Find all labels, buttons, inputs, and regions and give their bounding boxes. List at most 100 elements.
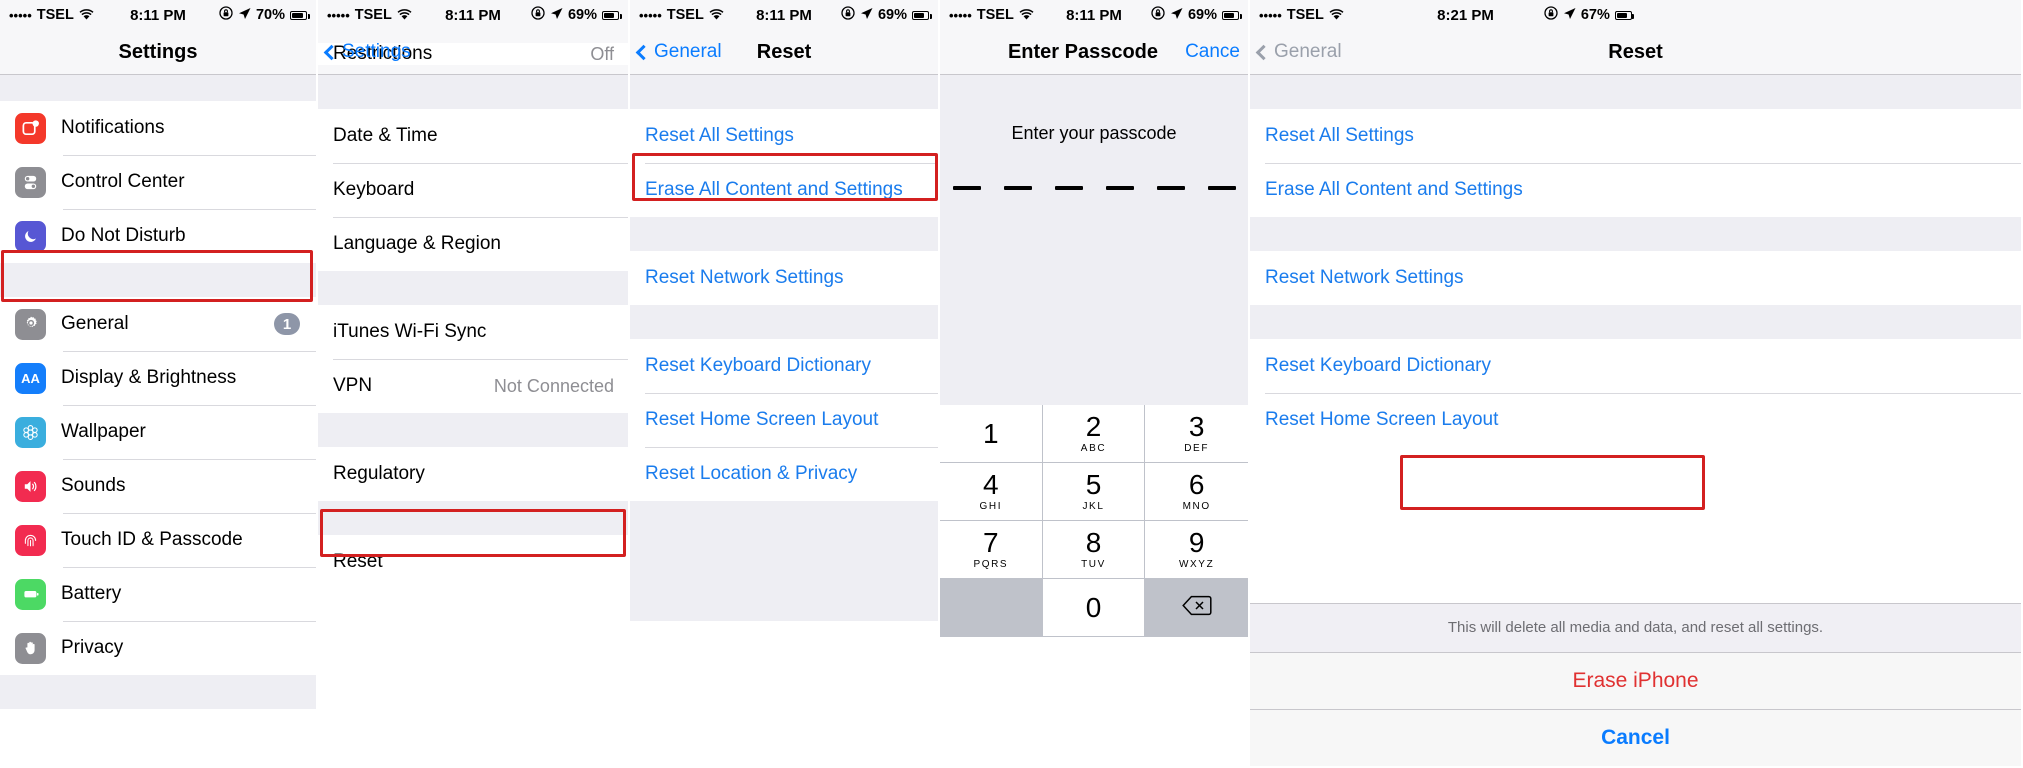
keypad-key-1[interactable]: 1 [940, 405, 1043, 463]
back-button[interactable]: General [1255, 41, 1342, 63]
keypad-key-5[interactable]: 5 JKL [1042, 463, 1146, 521]
sounds-icon [15, 470, 46, 502]
reset-row-keyboard-dictionary[interactable]: Reset Keyboard Dictionary [630, 339, 938, 393]
status-right: 69% [1151, 6, 1242, 24]
key-letters: TUV [1081, 559, 1106, 570]
settings-row-privacy[interactable]: Privacy [0, 621, 316, 675]
status-bar: ••••• TSEL 8:21 PM 67% [1250, 0, 2021, 30]
panel-reset-confirm: ••••• TSEL 8:21 PM 67% General Reset Res… [1250, 0, 2023, 768]
general-row-date-time[interactable]: Date & Time [318, 109, 628, 163]
settings-row-notifications[interactable]: Notifications [0, 101, 316, 155]
keypad-key-0[interactable]: 0 [1042, 579, 1146, 637]
reset-row-location-privacy[interactable]: Reset Location & Privacy [630, 447, 938, 501]
keypad-key-7[interactable]: 7 PQRS [940, 521, 1043, 579]
general-gear-icon [15, 308, 46, 340]
row-label: Reset Home Screen Layout [1265, 409, 1499, 430]
keypad-key-8[interactable]: 8 TUV [1042, 521, 1146, 579]
reset-row-network-settings[interactable]: Reset Network Settings [630, 251, 938, 305]
row-label: Reset All Settings [645, 125, 794, 146]
notifications-icon [15, 112, 46, 144]
list-gap [630, 217, 938, 251]
settings-row-sounds[interactable]: Sounds [0, 459, 316, 513]
signal-dots-icon: ••••• [1259, 7, 1282, 23]
back-button[interactable]: Settings [323, 41, 411, 63]
reset-row-all-settings[interactable]: Reset All Settings [630, 109, 938, 163]
back-button[interactable]: General [635, 41, 722, 63]
battery-percent-label: 67% [1580, 7, 1610, 23]
location-arrow-icon [1170, 7, 1183, 24]
reset-row-erase-all-content[interactable]: Erase All Content and Settings [1250, 163, 2021, 217]
passcode-dash [1105, 186, 1134, 190]
back-label: General [1274, 41, 1342, 62]
reset-row-all-settings[interactable]: Reset All Settings [1250, 109, 2021, 163]
cancel-button[interactable]: Cance [1185, 41, 1240, 63]
back-label: General [654, 41, 722, 62]
keypad-key-6[interactable]: 6 MNO [1145, 463, 1248, 521]
list-gap [0, 263, 316, 297]
rotation-lock-icon [841, 6, 855, 24]
status-left: ••••• TSEL [9, 7, 94, 24]
row-label: Touch ID & Passcode [61, 529, 243, 550]
row-label: Reset Home Screen Layout [645, 409, 879, 430]
chevron-left-icon [1255, 44, 1272, 60]
carrier-label: TSEL [976, 7, 1014, 23]
reset-row-home-screen-layout[interactable]: Reset Home Screen Layout [1250, 393, 2021, 447]
display-brightness-icon: AA [15, 362, 46, 394]
key-number: 4 [983, 469, 999, 500]
passcode-dash [1054, 186, 1083, 190]
settings-row-display-brightness[interactable]: AA Display & Brightness [0, 351, 316, 405]
list-gap [0, 75, 316, 101]
panel-reset: ••••• TSEL 8:11 PM 69% General Reset Res… [630, 0, 940, 768]
general-row-itunes-wifi-sync[interactable]: iTunes Wi-Fi Sync [318, 305, 628, 359]
settings-row-do-not-disturb[interactable]: Do Not Disturb [0, 209, 316, 263]
wallpaper-icon [15, 416, 46, 448]
key-number: 9 [1188, 527, 1205, 558]
battery-percent-label: 69% [1187, 7, 1217, 23]
passcode-dash [1207, 186, 1236, 190]
keypad-key-delete[interactable] [1145, 579, 1248, 637]
status-right: 70% [219, 6, 310, 24]
reset-row-keyboard-dictionary[interactable]: Reset Keyboard Dictionary [1250, 339, 2021, 393]
rotation-lock-icon [531, 6, 545, 24]
panel-enter-passcode: ••••• TSEL 8:11 PM 69% Enter Passcode Ca… [940, 0, 1250, 768]
status-right: 67% [1544, 6, 1635, 24]
row-value: Not Connected [493, 375, 614, 396]
cancel-button[interactable]: Cancel [1250, 709, 2021, 766]
back-label: Settings [342, 41, 411, 62]
location-arrow-icon [1563, 7, 1576, 24]
settings-row-battery[interactable]: Battery [0, 567, 316, 621]
status-bar: ••••• TSEL 8:11 PM 69% [318, 0, 628, 30]
reset-row-erase-all-content[interactable]: Erase All Content and Settings [630, 163, 938, 217]
keypad-key-2[interactable]: 2 ABC [1042, 405, 1146, 463]
key-number: 2 [1085, 411, 1102, 442]
list-gap [1250, 305, 2021, 339]
reset-row-network-settings[interactable]: Reset Network Settings [1250, 251, 2021, 305]
general-row-keyboard[interactable]: Keyboard [318, 163, 628, 217]
list-gap [0, 675, 316, 709]
row-label: Do Not Disturb [61, 225, 186, 246]
erase-iphone-button[interactable]: Erase iPhone [1250, 653, 2021, 709]
key-number: 8 [1085, 527, 1102, 558]
keypad-key-3[interactable]: 3 DEF [1145, 405, 1248, 463]
carrier-label: TSEL [354, 7, 392, 23]
settings-row-touch-id[interactable]: Touch ID & Passcode [0, 513, 316, 567]
keypad-key-9[interactable]: 9 WXYZ [1145, 521, 1248, 579]
passcode-dash [1003, 186, 1032, 190]
row-label: Reset Network Settings [1265, 267, 1464, 288]
panel-settings: ••••• TSEL 8:11 PM 70% Settings Notifica… [0, 0, 318, 768]
key-number: 0 [1085, 591, 1102, 623]
general-row-reset[interactable]: Reset [318, 535, 628, 589]
general-row-vpn[interactable]: VPN Not Connected [318, 359, 628, 413]
general-row-language-region[interactable]: Language & Region [318, 217, 628, 271]
settings-row-general[interactable]: General 1 [0, 297, 316, 351]
row-label: Date & Time [333, 125, 438, 146]
settings-row-wallpaper[interactable]: Wallpaper [0, 405, 316, 459]
settings-row-control-center[interactable]: Control Center [0, 155, 316, 209]
keypad-key-4[interactable]: 4 GHI [940, 463, 1043, 521]
row-label: General [61, 313, 129, 334]
general-row-regulatory[interactable]: Regulatory [318, 447, 628, 501]
privacy-hand-icon [15, 632, 46, 664]
reset-row-home-screen-layout[interactable]: Reset Home Screen Layout [630, 393, 938, 447]
passcode-dash [952, 186, 981, 190]
row-label: Sounds [61, 475, 126, 496]
